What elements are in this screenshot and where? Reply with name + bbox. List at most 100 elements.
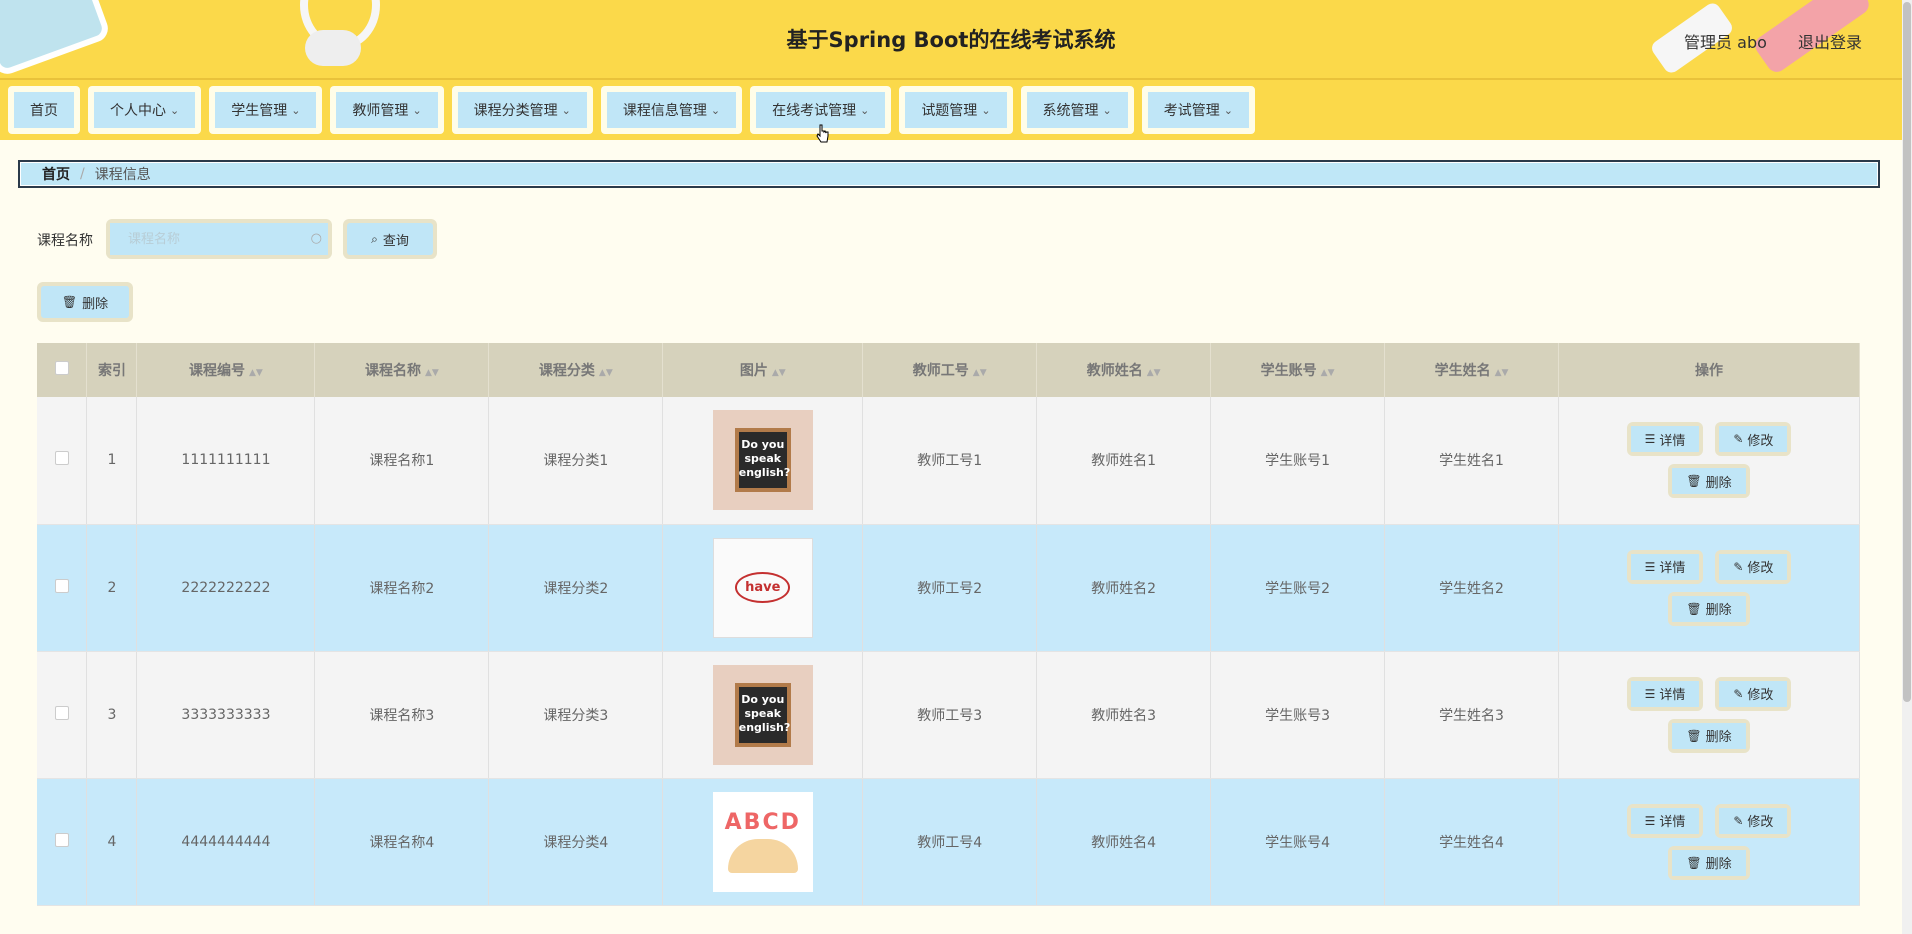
trash-icon: 🗑: [1686, 601, 1702, 616]
header-teacher-name[interactable]: 教师姓名 ▲▼: [1036, 343, 1212, 397]
edit-button[interactable]: ✎ 修改: [1719, 553, 1788, 580]
page-scrollbar[interactable]: [1902, 0, 1912, 934]
nav-button[interactable]: 学生管理 ⌄: [215, 92, 317, 128]
nav-button[interactable]: 在线考试管理 ⌄: [756, 92, 886, 128]
nav-button[interactable]: 课程信息管理 ⌄: [606, 92, 737, 128]
header-actions: 操作: [1558, 343, 1860, 397]
edit-label: 修改: [1747, 815, 1774, 830]
course-table: 索引 课程编号 ▲▼ 课程名称 ▲▼ 课程分类 ▲▼ 图片 ▲▼ 教师工号 ▲▼ 教师姓名…: [37, 343, 1860, 906]
image-cell: ABCD: [662, 778, 864, 906]
delete-button[interactable]: 🗑 删除: [1672, 595, 1746, 622]
course-thumbnail: ABCD: [712, 791, 813, 892]
header-student-name[interactable]: 学生姓名 ▲▼: [1384, 343, 1559, 397]
nav-label: 课程分类管理: [473, 103, 558, 119]
search-label: 课程名称: [37, 233, 93, 249]
scrollbar-thumb[interactable]: [1903, 2, 1911, 702]
cell-category: 课程分类4: [543, 834, 609, 851]
row-checkbox[interactable]: [54, 578, 69, 593]
row-checkbox[interactable]: [54, 705, 69, 720]
header-category[interactable]: 课程分类 ▲▼: [488, 343, 664, 397]
student-name-cell: 学生姓名1: [1384, 397, 1559, 525]
nav-item-5[interactable]: 课程信息管理 ⌄: [600, 86, 743, 134]
logout-link[interactable]: 退出登录: [1798, 33, 1862, 52]
search-field-wrapper: ○: [106, 219, 332, 259]
edit-button[interactable]: ✎ 修改: [1719, 807, 1788, 834]
category-cell: 课程分类2: [488, 524, 664, 652]
actions-row: ☰ 详情 ✎ 修改: [1626, 422, 1792, 457]
abc-letters: ABCD: [724, 810, 801, 835]
detail-label: 详情: [1659, 688, 1686, 703]
cell-student-name: 学生姓名1: [1439, 453, 1504, 470]
course-name-search-input[interactable]: [110, 223, 328, 255]
delete-button[interactable]: 🗑 删除: [1672, 849, 1746, 876]
select-all-checkbox[interactable]: [54, 361, 69, 375]
table-body: 1 1111111111 课程名称1 课程分类1 Do you speak englis…: [37, 397, 1860, 906]
sort-icon[interactable]: ▲▼: [1321, 368, 1335, 378]
edit-button[interactable]: ✎ 修改: [1719, 680, 1788, 707]
row-checkbox[interactable]: [54, 832, 69, 847]
cell-student-name: 学生姓名3: [1439, 707, 1504, 724]
detail-button[interactable]: ☰ 详情: [1630, 553, 1700, 580]
nav-button[interactable]: 教师管理 ⌄: [336, 92, 438, 128]
nav-item-7[interactable]: 试题管理 ⌄: [899, 86, 1013, 134]
row-select-cell: [37, 524, 88, 652]
header-teacher-no[interactable]: 教师工号 ▲▼: [862, 343, 1038, 397]
chevron-down-icon: ⌄: [412, 103, 422, 117]
sort-icon[interactable]: ▲▼: [973, 368, 987, 378]
header-image[interactable]: 图片 ▲▼: [662, 343, 864, 397]
nav-button[interactable]: 首页: [14, 92, 74, 128]
cell-code: 1111111111: [181, 452, 271, 469]
edit-button-wrapper: ✎ 修改: [1715, 676, 1792, 711]
nav-item-8[interactable]: 系统管理 ⌄: [1020, 86, 1134, 134]
delete-button[interactable]: 🗑 删除: [1672, 468, 1746, 495]
nav-item-9[interactable]: 考试管理 ⌄: [1141, 86, 1255, 134]
teacher-name-cell: 教师姓名3: [1036, 651, 1212, 779]
nav-button[interactable]: 个人中心 ⌄: [94, 92, 196, 128]
pencil-icon: ✎: [1733, 432, 1744, 447]
bulk-delete-button[interactable]: 🗑 删除: [41, 286, 129, 318]
edit-button[interactable]: ✎ 修改: [1719, 426, 1788, 453]
nav-button[interactable]: 课程分类管理 ⌄: [457, 92, 587, 128]
sort-icon[interactable]: ▲▼: [1495, 368, 1509, 378]
category-cell: 课程分类4: [488, 778, 664, 906]
row-checkbox[interactable]: [54, 451, 69, 466]
delete-button-wrapper: 🗑 删除: [1668, 464, 1750, 499]
sort-icon[interactable]: ▲▼: [1147, 368, 1161, 378]
trash-icon: 🗑: [1686, 728, 1702, 743]
teacher-no-cell: 教师工号3: [862, 651, 1038, 779]
delete-button[interactable]: 🗑 删除: [1672, 722, 1746, 749]
nav-button[interactable]: 系统管理 ⌄: [1026, 92, 1128, 128]
sort-icon[interactable]: ▲▼: [249, 368, 263, 378]
sort-icon[interactable]: ▲▼: [425, 368, 439, 378]
detail-button[interactable]: ☰ 详情: [1630, 807, 1700, 834]
cell-name: 课程名称2: [369, 580, 435, 597]
detail-button[interactable]: ☰ 详情: [1630, 426, 1700, 453]
header-student-no[interactable]: 学生账号 ▲▼: [1210, 343, 1386, 397]
cell-index: 4: [107, 833, 117, 850]
student-no-cell: 学生账号4: [1210, 778, 1386, 906]
detail-button[interactable]: ☰ 详情: [1630, 680, 1700, 707]
detail-label: 详情: [1659, 433, 1686, 449]
cell-teacher-no: 教师工号1: [917, 453, 983, 470]
edit-button-wrapper: ✎ 修改: [1715, 803, 1792, 838]
nav-item-0[interactable]: 首页: [8, 86, 80, 134]
nav-item-4[interactable]: 课程分类管理 ⌄: [451, 86, 593, 134]
nav-button[interactable]: 考试管理 ⌄: [1147, 92, 1249, 128]
table-header-row: 索引 课程编号 ▲▼ 课程名称 ▲▼ 课程分类 ▲▼ 图片 ▲▼ 教师工号 ▲▼ 教师姓名…: [37, 343, 1860, 397]
header-name[interactable]: 课程名称 ▲▼: [314, 343, 490, 397]
breadcrumb-home[interactable]: 首页: [42, 164, 70, 184]
search-button[interactable]: ⌕ 查询: [347, 223, 433, 255]
nav-item-2[interactable]: 学生管理 ⌄: [209, 86, 323, 134]
nav-item-3[interactable]: 教师管理 ⌄: [330, 86, 444, 134]
header-code[interactable]: 课程编号 ▲▼: [136, 343, 316, 397]
name-cell: 课程名称1: [314, 397, 490, 525]
nav-button[interactable]: 试题管理 ⌄: [905, 92, 1007, 128]
edit-button-wrapper: ✎ 修改: [1715, 422, 1792, 457]
cell-category: 课程分类1: [543, 453, 609, 470]
header-label: 课程编号: [189, 363, 246, 379]
sort-icon[interactable]: ▲▼: [599, 368, 613, 378]
nav-item-1[interactable]: 个人中心 ⌄: [88, 86, 202, 134]
sort-icon[interactable]: ▲▼: [772, 368, 786, 378]
cell-code: 2222222222: [181, 579, 271, 596]
cell-student-no: 学生账号1: [1265, 453, 1331, 470]
